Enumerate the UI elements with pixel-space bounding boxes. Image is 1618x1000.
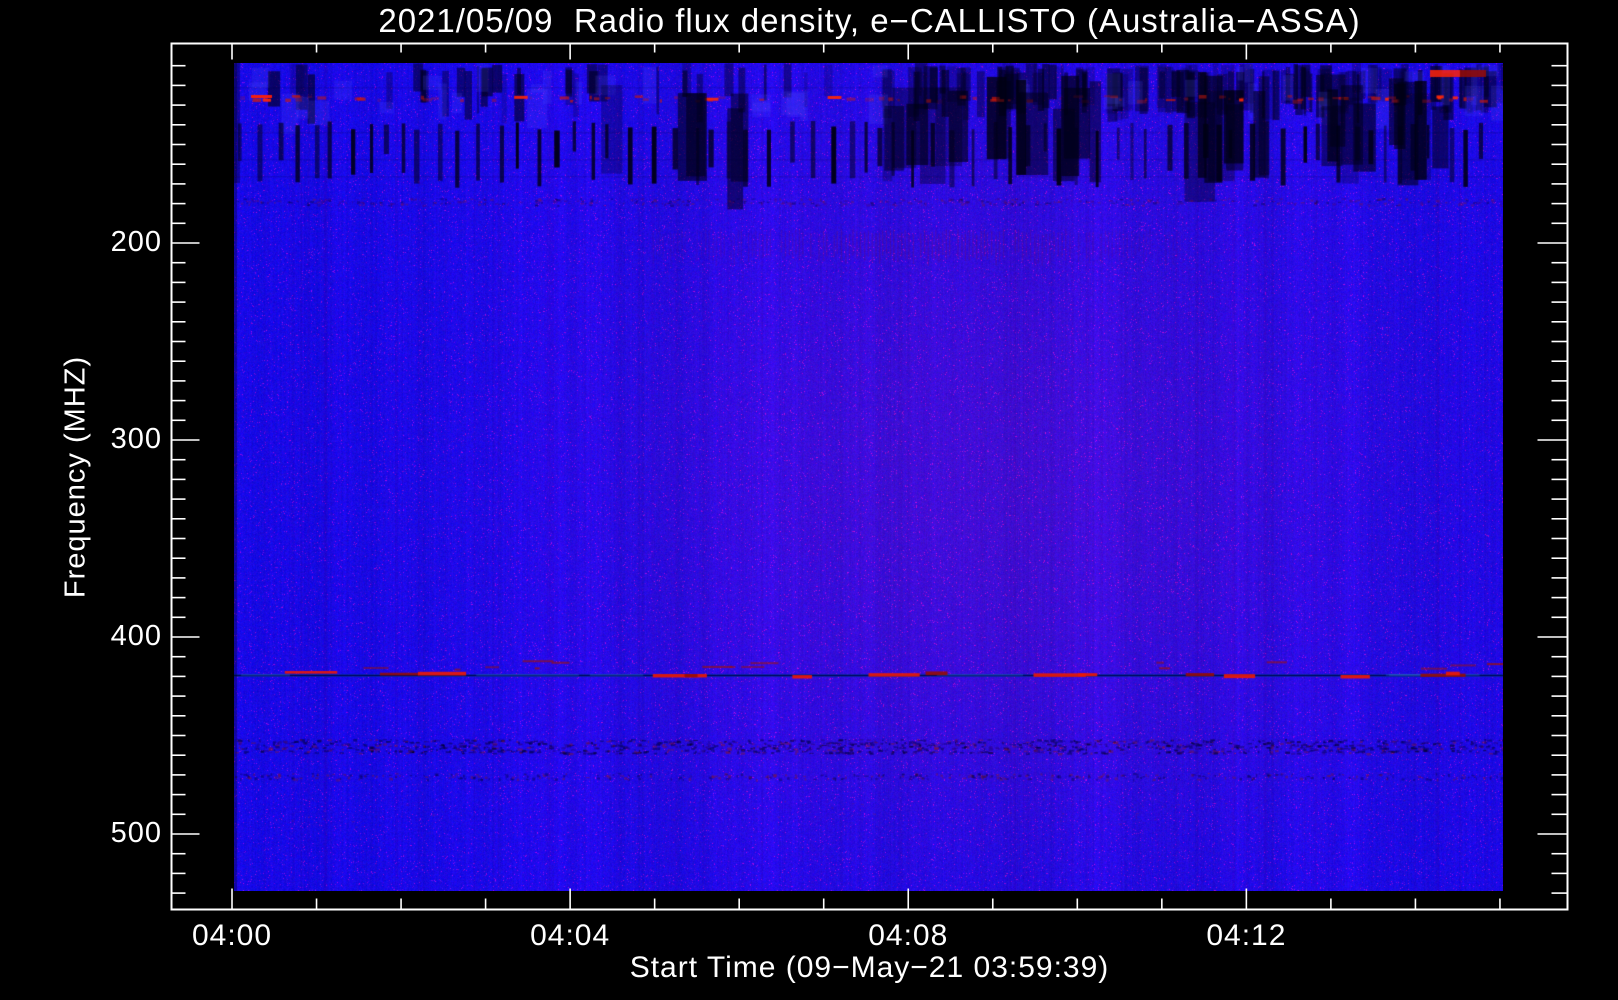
spectrogram-page: 2021/05/09 Radio flux density, e−CALLIST…	[0, 0, 1618, 1000]
y-tick-label: 500	[110, 817, 162, 849]
x-tick-label: 04:04	[530, 919, 611, 952]
y-tick-label: 400	[110, 620, 162, 652]
x-tick-label: 04:00	[191, 919, 273, 952]
y-tick-label: 200	[110, 226, 162, 258]
x-tick-label: 04:12	[1206, 919, 1287, 952]
plot-frame	[170, 42, 1569, 911]
axes-frame	[170, 42, 1569, 911]
y-tick-label: 300	[110, 423, 162, 455]
x-tick-label: 04:08	[868, 919, 949, 952]
x-axis-label: Start Time (09−May−21 03:59:39)	[629, 951, 1110, 984]
